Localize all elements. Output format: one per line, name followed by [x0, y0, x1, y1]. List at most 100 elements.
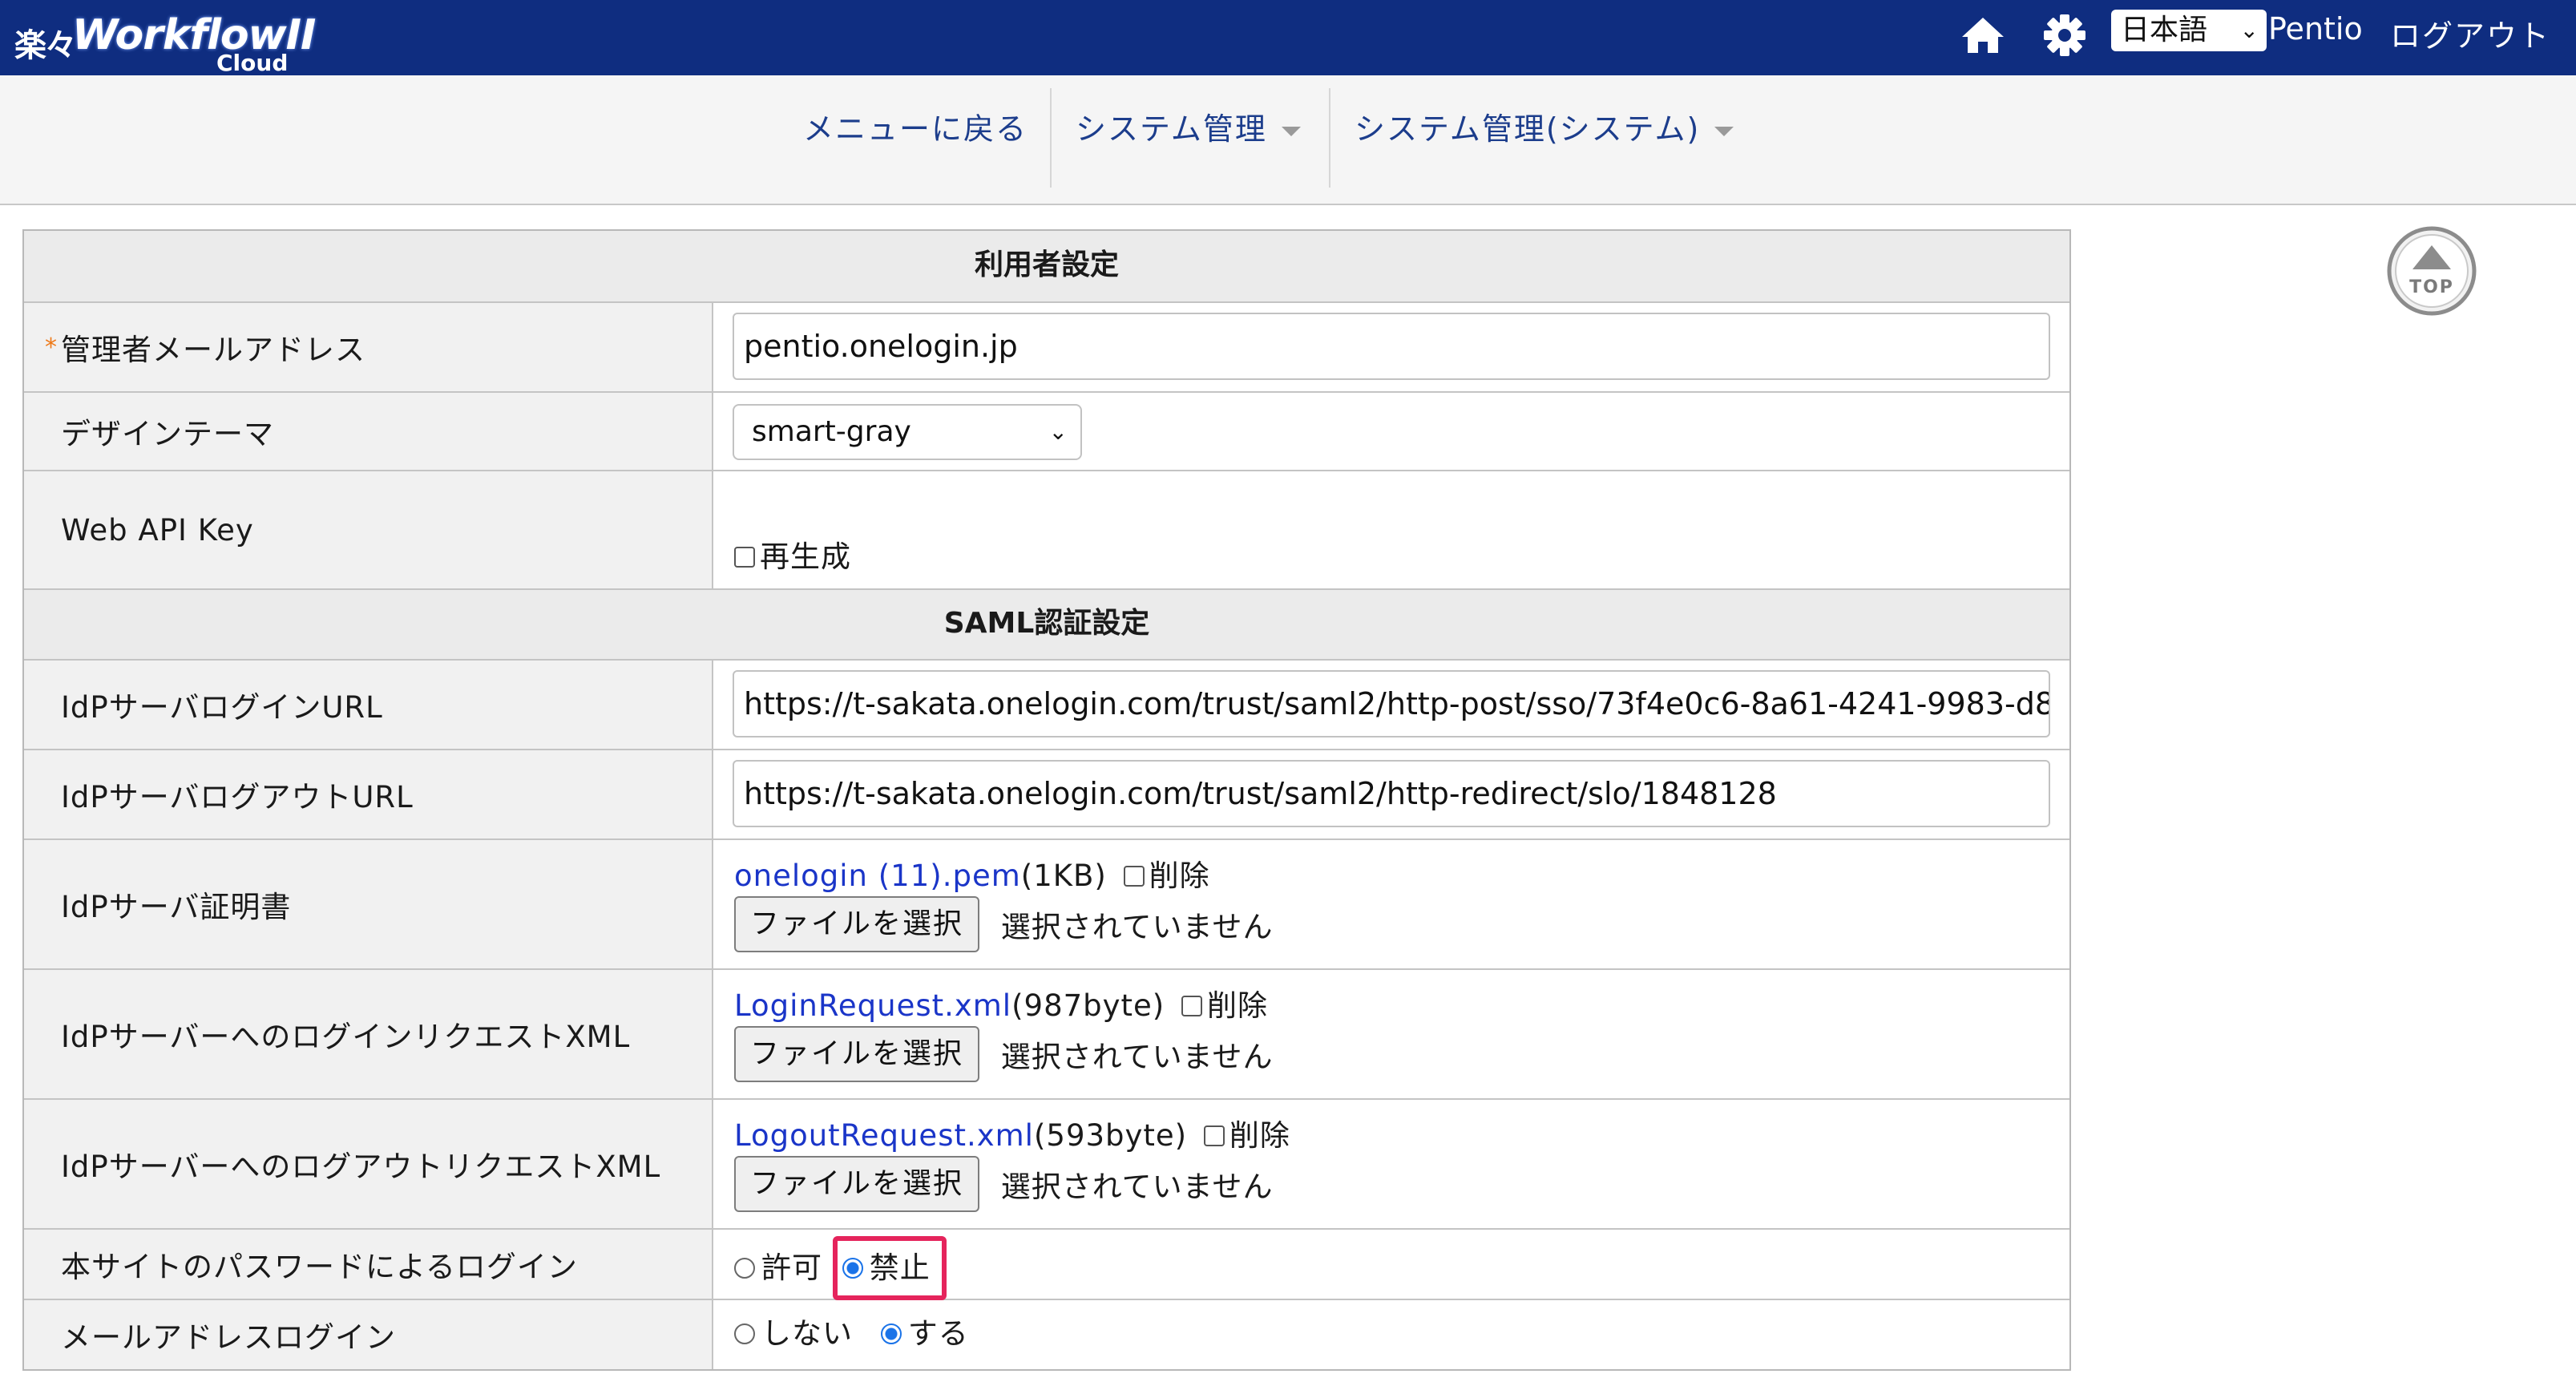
field-label: デザインテーマ [24, 393, 713, 470]
delete-checkbox[interactable] [1203, 1125, 1225, 1146]
choose-file-button[interactable]: ファイルを選択 [734, 896, 980, 952]
caret-down-icon [1714, 126, 1734, 136]
admin-email-input[interactable]: pentio.onelogin.jp [733, 313, 2050, 380]
field-label: IdPサーバログインURL [24, 661, 713, 749]
radio-group: 許可 禁止 [734, 1236, 947, 1300]
language-select[interactable]: 日本語 ⌄ [2111, 10, 2267, 51]
file-link[interactable]: LogoutRequest.xml [734, 1118, 1034, 1153]
nav-label: システム管理(システム) [1355, 111, 1701, 147]
radio-label: 許可 [761, 1251, 822, 1285]
nav-label: メニューに戻る [803, 111, 1028, 147]
row-design-theme: デザインテーマ smart-gray ⌄ [24, 393, 2069, 471]
radio-no[interactable] [734, 1323, 755, 1344]
field-label: IdPサーバーへのログインリクエストXML [24, 970, 713, 1098]
file-link[interactable]: LoginRequest.xml [734, 988, 1011, 1023]
row-login-request-xml: IdPサーバーへのログインリクエストXML LoginRequest.xml(9… [24, 970, 2069, 1100]
label-text: IdPサーバログインURL [61, 690, 383, 725]
field-value: LogoutRequest.xml(593byte) 削除 ファイルを選択 選択… [713, 1100, 2069, 1228]
home-icon[interactable] [1959, 11, 2007, 59]
section-title: 利用者設定 [974, 249, 1119, 281]
chevron-down-icon: ⌄ [2239, 17, 2259, 43]
logo-sub: Cloud [216, 50, 289, 76]
label-text: 管理者メールアドレス [61, 333, 365, 367]
nav-system-admin-system[interactable]: システム管理(システム) [1355, 104, 1734, 148]
top-bar: 楽々 WorkflowII Cloud 日本語 ⌄ Pentio ログアウト [0, 0, 2576, 76]
radio-label: 禁止 [869, 1251, 931, 1285]
caret-down-icon [1281, 126, 1301, 136]
radio-group: しない する [734, 1311, 969, 1356]
choose-file-button[interactable]: ファイルを選択 [734, 1026, 980, 1082]
label-text: Web API Key [61, 512, 254, 548]
section-header-user: 利用者設定 [24, 231, 2069, 303]
field-label: * 管理者メールアドレス [24, 303, 713, 391]
field-label: IdPサーバーへのログアウトリクエストXML [24, 1100, 713, 1228]
idp-login-url-input[interactable]: https://t-sakata.onelogin.com/trust/saml… [733, 670, 2050, 737]
user-name: Pentio [2268, 11, 2363, 46]
checkbox-label: 再生成 [760, 539, 851, 574]
required-mark: * [45, 333, 58, 362]
row-email-login: メールアドレスログイン しない する [24, 1300, 2069, 1369]
delete-checkbox[interactable] [1181, 995, 1203, 1016]
radio-label: しない [761, 1316, 853, 1351]
radio-deny[interactable] [842, 1257, 863, 1279]
field-label: IdPサーバログアウトURL [24, 750, 713, 838]
nav-divider [1329, 88, 1330, 188]
field-value: smart-gray ⌄ [713, 393, 2069, 470]
row-logout-request-xml: IdPサーバーへのログアウトリクエストXML LogoutRequest.xml… [24, 1100, 2069, 1230]
label-text: IdPサーバーへのログインリクエストXML [61, 1020, 631, 1054]
logo-brand: 楽々 [14, 27, 77, 64]
field-label: Web API Key [24, 471, 713, 588]
input-value: pentio.onelogin.jp [744, 329, 1018, 364]
section-header-saml: SAML認証設定 [24, 590, 2069, 661]
regenerate-checkbox[interactable] [734, 546, 755, 568]
row-admin-email: * 管理者メールアドレス pentio.onelogin.jp [24, 303, 2069, 393]
input-value: https://t-sakata.onelogin.com/trust/saml… [744, 686, 2050, 721]
field-value: しない する [713, 1300, 2069, 1369]
row-web-api-key: Web API Key 再生成 [24, 471, 2069, 590]
row-idp-certificate: IdPサーバ証明書 onelogin (11).pem(1KB) 削除 ファイル… [24, 840, 2069, 970]
regenerate-option[interactable]: 再生成 [734, 532, 851, 576]
row-site-password-login: 本サイトのパスワードによるログイン 許可 禁止 [24, 1230, 2069, 1300]
settings-form: 利用者設定 * 管理者メールアドレス pentio.onelogin.jp デザ… [22, 229, 2071, 1371]
radio-label: する [907, 1316, 969, 1351]
no-file-text: 選択されていません [1000, 1040, 1274, 1074]
delete-label: 削除 [1229, 1118, 1290, 1153]
label-text: IdPサーバ証明書 [61, 890, 292, 924]
field-value: pentio.onelogin.jp [713, 303, 2069, 391]
scroll-top-button[interactable]: TOP [2387, 226, 2477, 316]
scroll-top-label: TOP [2409, 277, 2454, 297]
logout-link[interactable]: ログアウト [2390, 11, 2550, 55]
field-value: 再生成 [713, 471, 2069, 588]
chevron-down-icon: ⌄ [1048, 418, 1068, 445]
field-value: 許可 禁止 [713, 1230, 2069, 1300]
gear-icon[interactable] [2041, 11, 2089, 59]
row-idp-login-url: IdPサーバログインURL https://t-sakata.onelogin.… [24, 661, 2069, 750]
row-idp-logout-url: IdPサーバログアウトURL https://t-sakata.onelogin… [24, 750, 2069, 840]
file-link[interactable]: onelogin (11).pem [734, 859, 1021, 893]
field-value: LoginRequest.xml(987byte) 削除 ファイルを選択 選択さ… [713, 970, 2069, 1098]
nav-bar: メニューに戻る システム管理 システム管理(システム) [0, 75, 2576, 205]
file-size: (987byte) [1011, 988, 1165, 1023]
idp-logout-url-input[interactable]: https://t-sakata.onelogin.com/trust/saml… [733, 760, 2050, 827]
file-picker: ファイルを選択 選択されていません [734, 1156, 1274, 1212]
field-value: onelogin (11).pem(1KB) 削除 ファイルを選択 選択されてい… [713, 840, 2069, 968]
label-text: 本サイトのパスワードによるログイン [61, 1250, 578, 1284]
radio-allow[interactable] [734, 1257, 755, 1279]
file-size: (1KB) [1020, 859, 1107, 893]
input-value: https://t-sakata.onelogin.com/trust/saml… [744, 776, 1777, 811]
highlight-box: 禁止 [832, 1236, 947, 1300]
field-label: IdPサーバ証明書 [24, 840, 713, 968]
label-text: メールアドレスログイン [61, 1320, 396, 1355]
delete-checkbox[interactable] [1123, 865, 1145, 887]
field-value: https://t-sakata.onelogin.com/trust/saml… [713, 661, 2069, 749]
design-theme-select[interactable]: smart-gray ⌄ [733, 404, 1082, 460]
choose-file-button[interactable]: ファイルを選択 [734, 1156, 980, 1212]
nav-system-admin[interactable]: システム管理 [1076, 104, 1301, 148]
field-label: メールアドレスログイン [24, 1300, 713, 1369]
current-file: onelogin (11).pem(1KB) 削除 [734, 851, 1210, 895]
nav-label: システム管理 [1076, 111, 1267, 147]
current-file: LogoutRequest.xml(593byte) 削除 [734, 1111, 1290, 1154]
file-size: (593byte) [1033, 1118, 1188, 1153]
nav-back-to-menu[interactable]: メニューに戻る [803, 104, 1028, 148]
radio-yes[interactable] [880, 1323, 902, 1344]
